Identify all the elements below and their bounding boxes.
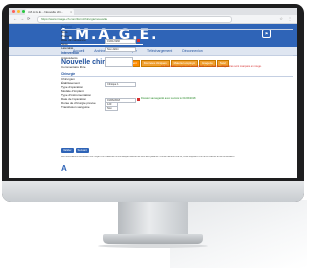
address-bar[interactable]: https://www.image-ch.com/form/chirurgie/…	[37, 16, 232, 23]
monitor-chin	[2, 181, 304, 202]
back-icon[interactable]: ←	[13, 16, 17, 21]
footer-logo-icon: A	[61, 164, 67, 173]
reload-icon[interactable]: ⟳	[27, 16, 30, 21]
save-button[interactable]: Valider	[61, 148, 74, 153]
forward-icon[interactable]: →	[20, 16, 24, 21]
nav-buttons: ← → ⟳	[13, 16, 30, 21]
monitor-screen: i.M.A.G.E. - Nouvelle chi... × ← → ⟳ htt…	[9, 8, 297, 178]
bookmark-star-icon[interactable]: ☆	[279, 16, 283, 21]
lateralite-select[interactable]: Non défini	[105, 46, 136, 52]
form-actions: Valider Suivant	[61, 148, 89, 153]
transfusion-label: Transfusion sanguine	[61, 105, 90, 109]
lateralite-label: Latéralité	[61, 46, 74, 50]
browser-nav-bar: ← → ⟳ https://www.image-ch.com/form/chir…	[9, 15, 297, 24]
window-controls	[12, 10, 25, 13]
antecedents-label: Antécédents	[61, 56, 78, 60]
legal-footnote: Les informations recueillies font l'obje…	[61, 156, 235, 158]
next-button[interactable]: Suivant	[75, 148, 89, 153]
monitor-stand-base	[103, 234, 203, 244]
unsaved-warning: Ce formulaire n'a pas été sauvegardé. Le…	[161, 65, 262, 68]
browser-menu-icon[interactable]: ⋮	[288, 16, 292, 21]
row-commentaire: Commentaire libre Ce formulaire n'a pas …	[61, 65, 293, 71]
row-antecedents: Antécédents	[61, 56, 293, 67]
browser-actions: ☆ ⋮	[279, 16, 292, 21]
minimize-window-dot[interactable]	[17, 10, 20, 13]
row-transfusion: Transfusion sanguine Non	[61, 105, 293, 111]
commentaire-label: Commentaire libre	[61, 65, 86, 69]
browser-tab-bar: i.M.A.G.E. - Nouvelle chi... ×	[9, 8, 297, 15]
close-window-dot[interactable]	[12, 10, 15, 13]
surgery-form: Patient Nom Prénom Date de naissance 01/…	[61, 24, 293, 111]
row-lateralite: Latéralité Non défini	[61, 46, 293, 52]
stand-shadow	[98, 244, 208, 248]
monitor-stand-neck	[118, 202, 188, 236]
browser-tab-title: i.M.A.G.E. - Nouvelle chi...	[28, 10, 64, 14]
transfusion-select[interactable]: Non	[105, 105, 118, 111]
